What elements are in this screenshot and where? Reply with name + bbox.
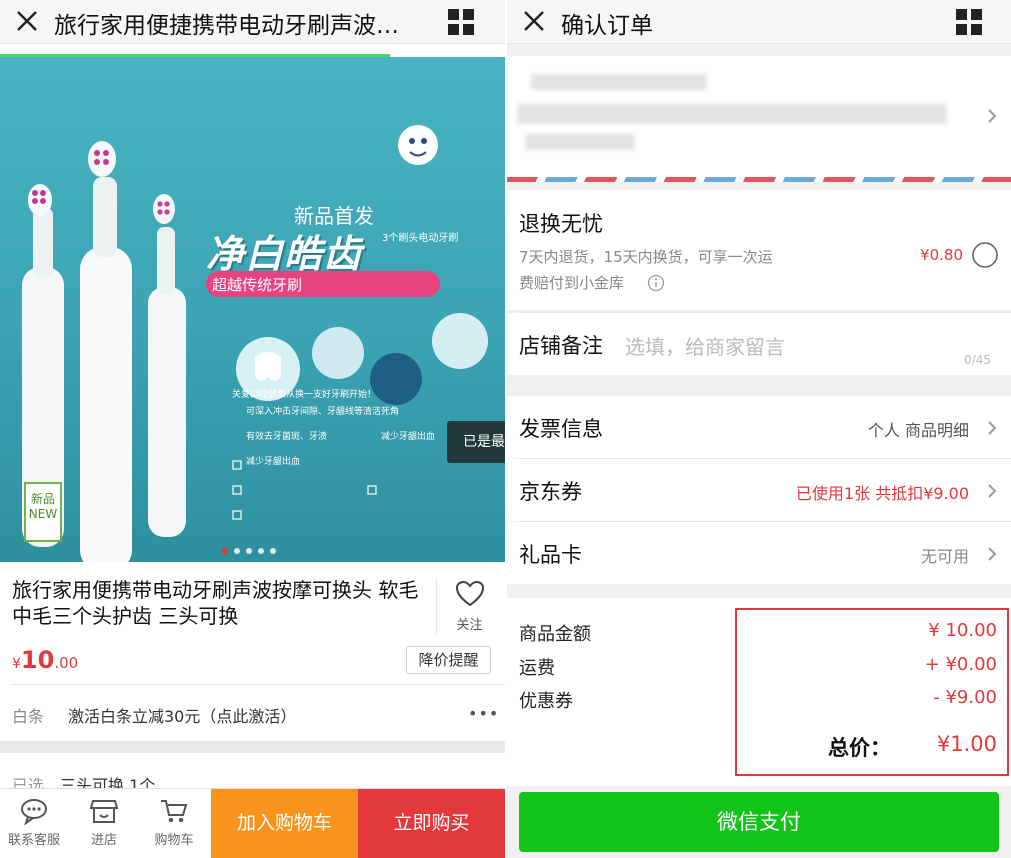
product-detail-screen: 旅行家用便捷携带电动牙刷声波… 新品首发 净白皓齿 3个刷头电动牙刷 超越传统牙… (0, 0, 505, 858)
info-icon[interactable] (647, 274, 665, 292)
customer-service-button[interactable]: 联系客服 (4, 797, 64, 848)
carousel-dot (222, 548, 228, 554)
more-options-icon[interactable]: ••• (468, 704, 499, 723)
invoice-value: 个人 商品明细 (867, 421, 969, 440)
divider (12, 684, 505, 685)
shipping-address[interactable] (507, 56, 1011, 177)
chat-icon (21, 799, 47, 825)
highlight-box (735, 608, 1009, 776)
favorite-button[interactable]: 关注 (436, 578, 502, 634)
toothbrush-illustration (22, 125, 488, 562)
store-button[interactable]: 进店 (74, 797, 134, 848)
top-bar: 确认订单 (507, 0, 1011, 44)
chevron-right-icon (988, 484, 997, 498)
carousel-indicator (222, 539, 282, 558)
chevron-right-icon (988, 109, 997, 123)
chevron-right-icon (988, 547, 997, 561)
giftcard-label: 礼品卡 (519, 543, 582, 567)
product-image-carousel[interactable]: 新品首发 净白皓齿 3个刷头电动牙刷 超越传统牙刷 关爱口腔健康从换一支好牙刷开… (0, 57, 505, 562)
store-icon (89, 800, 119, 823)
top-bar: 旅行家用便捷携带电动牙刷声波… (0, 0, 505, 44)
hero-tagline: 超越传统牙刷 (206, 271, 440, 297)
store-note[interactable]: 店铺备注 选填，给商家留言 0/45 (507, 313, 1011, 375)
store-note-input[interactable]: 选填，给商家留言 (625, 331, 785, 360)
return-guarantee[interactable]: 退换无忧 7天内退货，15天内换货，可享一次运 费赔付到小金库 ¥0.80 (507, 190, 1011, 310)
carousel-dot (234, 548, 240, 554)
cart-button[interactable]: 购物车 (144, 797, 204, 848)
coupon-label: 京东券 (519, 480, 582, 504)
cart-icon (161, 800, 188, 823)
favorite-label: 关注 (456, 618, 483, 633)
coupon-value: 已使用1张 共抵扣¥9.00 (795, 484, 969, 503)
invoice-label: 发票信息 (519, 417, 603, 441)
benefit-2: 有效去牙菌斑、牙渍 (246, 432, 328, 442)
buy-now-button[interactable]: 立即购买 (358, 789, 505, 858)
product-title: 旅行家用便携带电动牙刷声波按摩可换头 软毛中毛三个头护齿 三头可换 (12, 578, 419, 628)
benefit-4: 减少牙龈出血 (246, 457, 301, 467)
price-currency: ¥ (12, 656, 21, 672)
store-note-label: 店铺备注 (519, 334, 603, 358)
customer-service-label: 联系客服 (7, 833, 60, 848)
new-product-badge: 新品 NEW (24, 482, 62, 542)
return-title: 退换无忧 (519, 212, 603, 236)
coupon-discount-label: 优惠券 (519, 691, 573, 712)
carousel-dot (258, 548, 264, 554)
section-gap (0, 741, 505, 753)
coupon-row[interactable]: 京东券 已使用1张 共抵扣¥9.00 (507, 459, 1011, 521)
airmail-border (507, 177, 1011, 182)
chevron-right-icon (988, 421, 997, 435)
menu-grid-icon[interactable] (955, 8, 983, 36)
product-price: ¥10.00 (12, 646, 78, 674)
price-integer: 10 (20, 646, 55, 674)
redacted-address (517, 104, 947, 124)
shipping-label: 运费 (519, 658, 555, 679)
page-title: 旅行家用便捷携带电动牙刷声波… (54, 13, 399, 39)
close-icon[interactable] (14, 8, 40, 34)
hero-subline: 3个刷头电动牙刷 (382, 233, 459, 244)
benefit-1: 可深入冲击牙间隙、牙龈线等清洁死角 (246, 407, 400, 417)
close-icon[interactable] (521, 8, 547, 34)
add-to-cart-button[interactable]: 加入购物车 (211, 789, 358, 858)
invoice-row[interactable]: 发票信息 个人 商品明细 (507, 396, 1011, 458)
menu-grid-icon[interactable] (447, 8, 475, 36)
return-price: ¥0.80 (920, 246, 963, 264)
store-label: 进店 (90, 833, 117, 848)
redacted-phone (525, 134, 635, 150)
baitiao-promo-link[interactable]: 激活白条立减30元（点此激活） (68, 703, 296, 727)
heart-icon (455, 580, 484, 607)
confirm-order-screen: 确认订单 退换无忧 7天内退货，15天内换货，可享一次运 费赔付到小金库 ¥0.… (507, 0, 1011, 858)
price-decimal: .00 (54, 654, 79, 672)
giftcard-value: 无可用 (920, 547, 969, 566)
bottom-action-bar: 联系客服 进店 购物车 加入购物车 立即购买 (0, 788, 505, 858)
wechat-pay-button[interactable]: 微信支付 (519, 792, 999, 852)
return-desc-1: 7天内退货，15天内换货，可享一次运 (519, 248, 773, 266)
giftcard-row[interactable]: 礼品卡 无可用 (507, 522, 1011, 584)
store-note-counter: 0/45 (964, 353, 991, 367)
carousel-dot (246, 548, 252, 554)
redacted-name (531, 74, 707, 90)
benefit-heading: 关爱口腔健康从换一支好牙刷开始！ (232, 390, 377, 400)
hero-headline: 净白皓齿 (206, 232, 363, 276)
order-summary: 商品金额 ¥ 10.00 运费 + ¥0.00 优惠券 - ¥9.00 总价： … (507, 598, 1011, 786)
return-checkbox[interactable] (971, 241, 999, 269)
goods-amount-label: 商品金额 (519, 624, 591, 645)
last-image-toast: 已是最后一张 (447, 421, 505, 463)
cart-label: 购物车 (154, 833, 194, 848)
carousel-dot (270, 548, 276, 554)
benefit-3: 减少牙龈出血 (381, 432, 436, 442)
price-alert-button[interactable]: 降价提醒 (406, 646, 491, 674)
baitiao-label: 白条 (12, 707, 45, 726)
return-desc-2: 费赔付到小金库 (519, 274, 625, 292)
page-title: 确认订单 (561, 13, 653, 39)
